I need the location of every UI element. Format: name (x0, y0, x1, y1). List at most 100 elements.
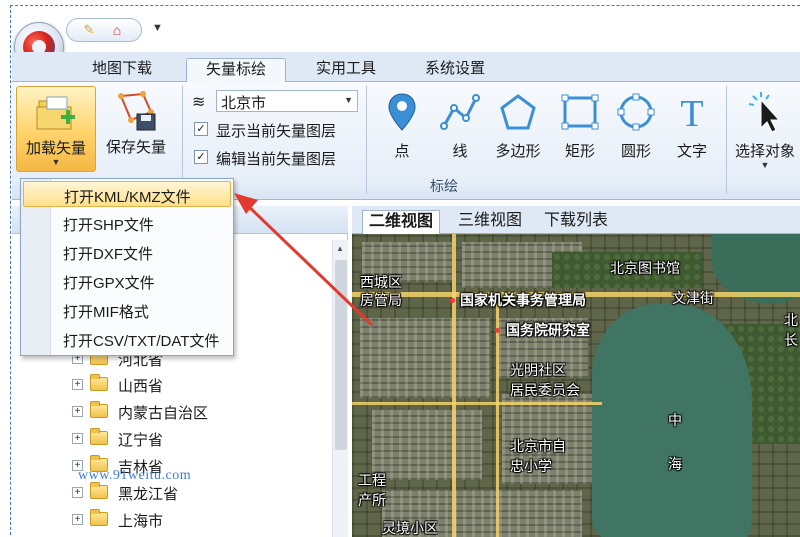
expand-icon[interactable]: + (72, 379, 83, 390)
map-label: 居民委员会 (510, 382, 580, 398)
dashed-border-left (10, 5, 11, 535)
menu-item-label: 打开DXF文件 (63, 246, 154, 263)
menu-item-open-kml[interactable]: 打开KML/KMZ文件 (23, 181, 231, 207)
show-layer-label: 显示当前矢量图层 (216, 123, 337, 140)
map-label: 北 (784, 312, 798, 328)
customize-toolbar-dropdown-icon[interactable]: ▼ (152, 22, 163, 34)
menu-item-label: 打开GPX文件 (63, 275, 155, 292)
group-label-plot: 标绘 (430, 178, 458, 194)
save-vector-icon (118, 91, 156, 131)
poi-marker-icon (450, 298, 455, 303)
line-tool-button[interactable]: 线 (432, 90, 488, 170)
rectangle-tool-button[interactable]: 矩形 (552, 90, 608, 170)
select-object-label: 选择对象 (734, 143, 795, 160)
circle-icon (617, 93, 655, 131)
tree-scrollbar-thumb[interactable] (335, 260, 347, 450)
select-object-dropdown-icon: ▼ (760, 160, 770, 170)
tag-icon[interactable]: ✎ (79, 22, 99, 38)
tab-utilities[interactable]: 实用工具 (302, 58, 390, 82)
map-label: 光明社区 (510, 362, 566, 378)
map-label: 西城区 (360, 274, 402, 290)
layers-icon: ≋ (192, 94, 206, 111)
home-icon[interactable]: ⌂ (107, 22, 127, 38)
menu-item-label: 打开MIF格式 (63, 304, 149, 321)
city-select[interactable]: 北京市 ▼ (216, 90, 358, 112)
load-vector-menu: 打开KML/KMZ文件 打开SHP文件 打开DXF文件 打开GPX文件 打开MI… (20, 178, 234, 356)
svg-text:T: T (680, 93, 703, 134)
folder-icon (90, 482, 108, 499)
expand-icon[interactable]: + (72, 433, 83, 444)
map-label: 中 (668, 412, 682, 428)
map-building-block (372, 410, 482, 480)
save-vector-button[interactable]: 保存矢量 (96, 86, 176, 172)
tree-item-label: 山西省 (118, 378, 164, 395)
edit-layer-checkbox[interactable]: ✓ (194, 150, 208, 164)
app-window: ✎ ⌂ ▼ 地图下载 矢量标绘 实用工具 系统设置 加载矢量 ▼ 保存矢量 ≋ … (0, 0, 800, 537)
scroll-up-icon[interactable]: ▲ (336, 244, 344, 253)
text-tool-button[interactable]: T 文字 (664, 90, 720, 170)
rectangle-tool-label: 矩形 (564, 143, 595, 160)
map-label: 产所 (358, 492, 386, 508)
select-object-button[interactable]: 选择对象 ▼ (730, 90, 800, 170)
folder-icon (90, 401, 108, 418)
load-vector-dropdown-icon: ▼ (51, 157, 61, 167)
load-vector-label: 加载矢量 (25, 140, 86, 157)
tab-vector-plot[interactable]: 矢量标绘 (186, 58, 286, 83)
tab-download-list[interactable]: 下载列表 (538, 210, 614, 234)
tree-scrollbar[interactable]: ▲ (332, 240, 348, 537)
map-label: 海 (668, 456, 682, 472)
point-icon (388, 93, 416, 131)
map-label: 文津街 (672, 290, 714, 306)
menu-item-open-shp[interactable]: 打开SHP文件 (23, 210, 231, 236)
tab-map-download[interactable]: 地图下载 (78, 58, 166, 82)
tab-3d-view[interactable]: 三维视图 (452, 210, 528, 234)
map-building-block (360, 318, 490, 398)
text-tool-label: 文字 (676, 143, 707, 160)
folder-icon (90, 374, 108, 391)
map-label: 北京图书馆 (610, 260, 680, 276)
group-separator (366, 86, 367, 194)
menu-item-label: 打开KML/KMZ文件 (64, 189, 191, 206)
polygon-icon (500, 94, 536, 130)
tab-system-settings[interactable]: 系统设置 (410, 58, 500, 82)
menu-item-open-dxf[interactable]: 打开DXF文件 (23, 239, 231, 265)
dashed-border-top (10, 5, 800, 6)
group-separator (726, 86, 727, 194)
rectangle-icon (561, 94, 599, 130)
satellite-map[interactable]: 西城区 房管局 北京图书馆 国家机关事务管理局 文津街 国务院研究室 光明社区 … (352, 234, 800, 537)
menu-item-open-csv[interactable]: 打开CSV/TXT/DAT文件 (23, 326, 231, 352)
tree-item-label: 内蒙古自治区 (118, 405, 209, 422)
expand-icon[interactable]: + (72, 406, 83, 417)
tree-item-label: 黑龙江省 (118, 486, 179, 503)
polygon-tool-button[interactable]: 多边形 (490, 90, 546, 170)
map-label: 灵境小区 (382, 520, 438, 536)
circle-tool-button[interactable]: 圆形 (608, 90, 664, 170)
line-tool-label: 线 (452, 143, 468, 160)
tree-item-label: 辽宁省 (118, 432, 164, 449)
folder-icon (90, 428, 108, 445)
load-vector-button[interactable]: 加载矢量 ▼ (16, 86, 96, 172)
tab-2d-view[interactable]: 二维视图 (362, 210, 441, 234)
menu-item-open-gpx[interactable]: 打开GPX文件 (23, 268, 231, 294)
expand-icon[interactable]: + (72, 487, 83, 498)
edit-layer-label: 编辑当前矢量图层 (216, 151, 337, 168)
expand-icon[interactable]: + (72, 514, 83, 525)
menu-item-open-mif[interactable]: 打开MIF格式 (23, 297, 231, 323)
map-label: 国务院研究室 (506, 322, 590, 338)
save-vector-label: 保存矢量 (105, 139, 166, 156)
point-tool-label: 点 (394, 143, 410, 160)
map-label: 国家机关事务管理局 (460, 292, 586, 308)
load-vector-folder-icon (36, 96, 75, 130)
menu-item-label: 打开SHP文件 (63, 217, 154, 234)
tree-item-label: 上海市 (118, 513, 164, 530)
polyline-icon (440, 94, 480, 130)
map-view-tabs: 二维视图 三维视图 下载列表 (352, 206, 800, 234)
point-tool-button[interactable]: 点 (374, 90, 430, 170)
map-label: 长 (784, 332, 798, 348)
chevron-down-icon: ▼ (344, 95, 353, 105)
menu-item-label: 打开CSV/TXT/DAT文件 (63, 333, 220, 350)
map-road (352, 402, 602, 405)
folder-icon (90, 509, 108, 526)
show-layer-checkbox[interactable]: ✓ (194, 122, 208, 136)
city-select-value: 北京市 (221, 95, 267, 112)
